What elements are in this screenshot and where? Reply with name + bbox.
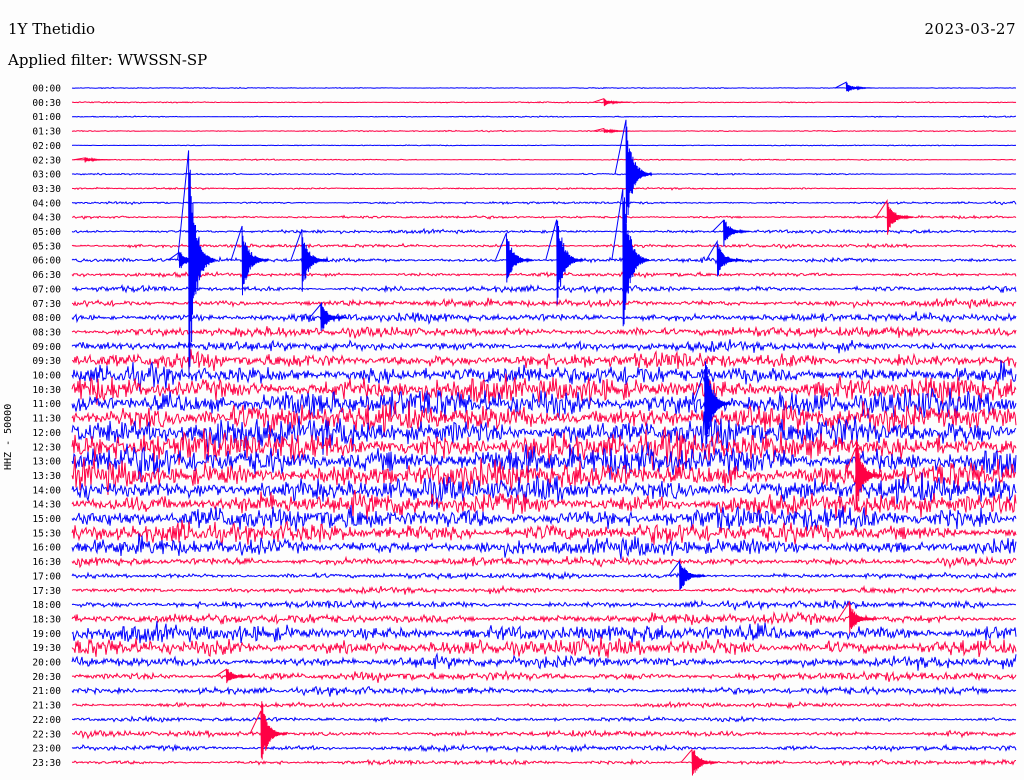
trace-line (71, 339, 1017, 354)
row-time-label: 06:00 (32, 256, 61, 267)
trace-line (71, 555, 1017, 570)
trace-line (71, 227, 1017, 235)
trace-line (71, 533, 1017, 560)
row-time-label: 19:00 (32, 629, 61, 640)
row-time-label: 13:30 (32, 471, 61, 482)
trace-line (71, 283, 1017, 295)
row-time-label: 23:00 (32, 744, 61, 755)
trace-line (71, 129, 1017, 133)
trace-line (71, 172, 1017, 176)
row-time-label: 07:00 (32, 284, 61, 295)
row-time-label: 09:00 (32, 342, 61, 353)
row-time-label: 01:00 (32, 112, 61, 123)
trace-line (71, 349, 1017, 371)
row-time-label: 14:00 (32, 485, 61, 496)
row-time-label: 03:00 (32, 170, 61, 181)
trace-line (71, 669, 1017, 683)
row-time-label: 21:00 (32, 686, 61, 697)
trace-line (71, 652, 1017, 671)
row-time-label: 12:00 (32, 428, 61, 439)
row-labels: 00:00 00:30 01:00 01:30 02:00 02:30 03:00 03:30… (32, 84, 61, 769)
trace-line (71, 115, 1016, 119)
trace-line (71, 144, 1017, 147)
trace-line (71, 504, 1017, 532)
trace-line (71, 743, 1017, 754)
row-time-label: 17:00 (32, 571, 61, 582)
row-time-label: 22:00 (32, 715, 61, 726)
row-time-label: 18:00 (32, 600, 61, 611)
row-time-label: 15:30 (32, 528, 61, 539)
event-spike (875, 198, 914, 235)
trace-line (71, 599, 1017, 612)
trace-line (71, 636, 1017, 658)
row-time-label: 15:00 (32, 514, 61, 525)
trace-line (71, 297, 1017, 310)
row-time-label: 21:30 (32, 701, 61, 712)
trace-line (71, 242, 1017, 250)
trace-line (71, 584, 1017, 595)
row-time-label: 20:30 (32, 672, 61, 683)
trace-line (71, 570, 1017, 581)
row-time-label: 16:30 (32, 557, 61, 568)
row-time-label: 11:30 (32, 414, 61, 425)
trace-line (72, 700, 1017, 710)
trace-line (71, 620, 1017, 644)
row-time-label: 16:00 (32, 543, 61, 554)
trace-line (71, 158, 1016, 162)
row-time-label: 23:30 (32, 758, 61, 769)
row-time-label: 19:30 (32, 643, 61, 654)
row-time-label: 05:00 (32, 227, 61, 238)
row-time-label: 08:30 (32, 327, 61, 338)
trace-line (71, 685, 1017, 697)
row-time-label: 20:00 (32, 658, 61, 669)
row-time-label: 11:00 (32, 399, 61, 410)
row-time-label: 08:00 (32, 313, 61, 324)
event-spike (668, 559, 706, 590)
row-time-label: 06:30 (32, 270, 61, 281)
row-time-label: 12:30 (32, 442, 61, 453)
trace-line (71, 270, 1017, 279)
seismic-traces (71, 86, 1017, 767)
row-time-label: 14:30 (32, 500, 61, 511)
row-time-label: 22:30 (32, 729, 61, 740)
row-time-label: 07:30 (32, 299, 61, 310)
event-spike (834, 81, 873, 92)
row-time-label: 10:00 (32, 371, 61, 382)
row-time-label: 00:30 (32, 98, 61, 109)
row-time-label: 17:30 (32, 586, 61, 597)
row-time-label: 01:30 (32, 127, 61, 138)
trace-line (71, 186, 1017, 191)
row-time-label: 09:30 (32, 356, 61, 367)
row-time-label: 02:00 (32, 141, 61, 152)
event-spike (249, 701, 288, 760)
row-time-label: 02:30 (32, 155, 61, 166)
row-time-label: 00:00 (32, 84, 61, 95)
row-time-label: 18:30 (32, 614, 61, 625)
trace-line (71, 100, 1017, 104)
row-time-label: 03:30 (32, 184, 61, 195)
row-time-label: 10:30 (32, 385, 61, 396)
trace-line (71, 758, 1017, 767)
helicorder-plot: 00:00 00:30 01:00 01:30 02:00 02:30 03:00 03:30… (32, 81, 1017, 776)
row-time-label: 05:30 (32, 241, 61, 252)
event-spike (309, 302, 347, 331)
event-spike (614, 119, 653, 224)
row-time-label: 04:00 (32, 198, 61, 209)
trace-line (71, 325, 1017, 339)
event-spike (611, 189, 650, 327)
trace-line (71, 86, 1016, 90)
event-spike (545, 219, 584, 305)
event-spike (712, 219, 750, 247)
trace-line (71, 310, 1017, 325)
row-time-label: 04:30 (32, 213, 61, 224)
row-time-label: 13:00 (32, 457, 61, 468)
trace-line (72, 729, 1017, 740)
trace-line (71, 200, 1017, 206)
trace-line (71, 714, 1017, 723)
trace-line (71, 214, 1017, 220)
